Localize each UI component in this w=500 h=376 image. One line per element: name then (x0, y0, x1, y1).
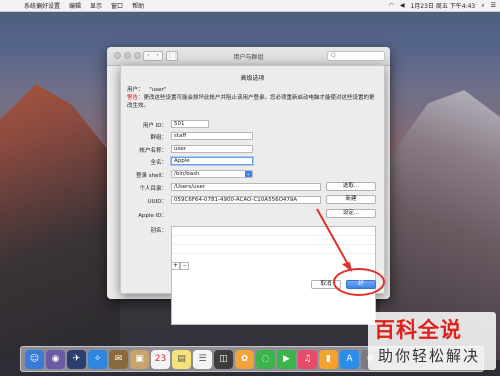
siri-icon[interactable]: ◉ (46, 349, 65, 369)
safari-icon[interactable]: ✧ (88, 349, 107, 369)
contacts-icon[interactable]: ▣ (130, 349, 149, 369)
messages-icon[interactable]: ◌ (256, 349, 275, 369)
watermark-subtitle: 助你轻松解决 (378, 347, 481, 365)
watermark-logo: 百科全说 助你轻松解决 (368, 312, 496, 370)
finder-icon[interactable]: ☺ (25, 349, 44, 369)
notes-icon[interactable]: ▤ (172, 349, 191, 369)
reminders-icon[interactable]: ☰ (193, 349, 212, 369)
app-store-icon[interactable]: A (340, 349, 359, 369)
maps-icon[interactable]: ◫ (214, 349, 233, 369)
annotation-ring (333, 268, 385, 296)
launchpad-icon[interactable]: ✈ (67, 349, 86, 369)
facetime-icon[interactable]: ▶ (277, 349, 296, 369)
watermark-title: 百科全说 (374, 318, 462, 342)
ibooks-icon[interactable]: ▮ (319, 349, 338, 369)
itunes-icon[interactable]: ♫ (298, 349, 317, 369)
calendar-icon[interactable]: 23 (151, 349, 170, 369)
mail-icon[interactable]: ✉ (109, 349, 128, 369)
photos-icon[interactable]: ✿ (235, 349, 254, 369)
